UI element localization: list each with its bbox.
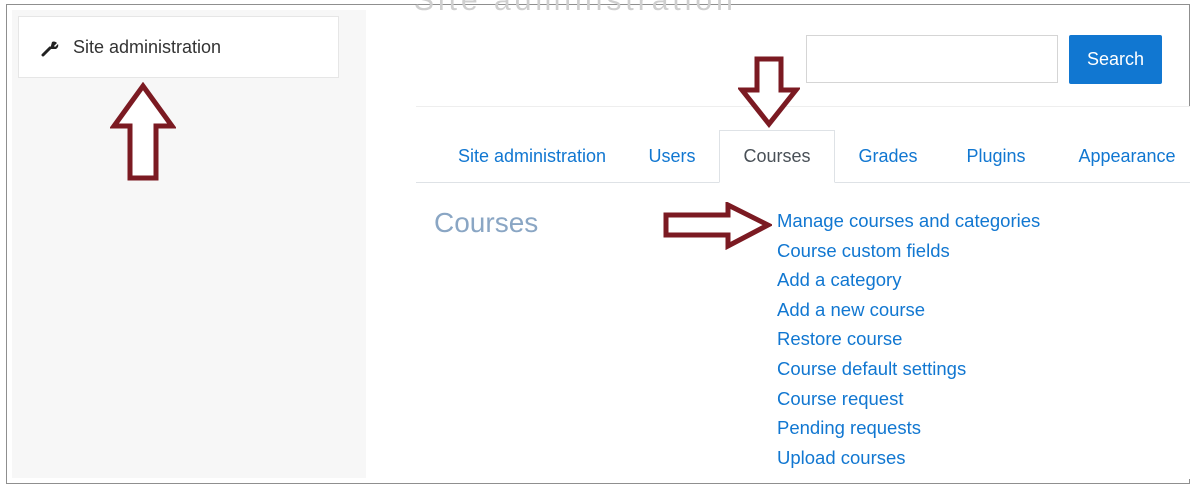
- section-title: Courses: [434, 207, 539, 238]
- admin-tabs: Site administration Users Courses Grades…: [416, 130, 1190, 183]
- wrench-icon: [41, 39, 59, 57]
- right-arrow-icon: [663, 202, 772, 250]
- tab-courses[interactable]: Courses: [719, 130, 835, 183]
- down-arrow-icon: [738, 56, 800, 128]
- link-add-a-new-course[interactable]: Add a new course: [777, 297, 1040, 327]
- tab-appearance[interactable]: Appearance: [1064, 130, 1190, 182]
- up-arrow-icon: [110, 82, 176, 181]
- sidebar-item-label: Site administration: [73, 37, 222, 57]
- course-links: Manage courses and categories Course cus…: [777, 208, 1040, 474]
- link-add-a-category[interactable]: Add a category: [777, 267, 1040, 297]
- page-heading: Site administration: [414, 0, 737, 17]
- sidebar-item-site-administration[interactable]: Site administration: [18, 16, 339, 78]
- link-course-request[interactable]: Course request: [777, 386, 1040, 416]
- tab-plugins[interactable]: Plugins: [950, 130, 1042, 182]
- link-pending-requests[interactable]: Pending requests: [777, 415, 1040, 445]
- link-upload-courses[interactable]: Upload courses: [777, 445, 1040, 475]
- search-input[interactable]: [806, 35, 1058, 83]
- link-restore-course[interactable]: Restore course: [777, 326, 1040, 356]
- tab-site-administration[interactable]: Site administration: [430, 130, 634, 182]
- search-button[interactable]: Search: [1069, 35, 1162, 84]
- link-course-default-settings[interactable]: Course default settings: [777, 356, 1040, 386]
- link-course-custom-fields[interactable]: Course custom fields: [777, 238, 1040, 268]
- left-drawer: [12, 10, 366, 478]
- link-manage-courses-and-categories[interactable]: Manage courses and categories: [777, 208, 1040, 238]
- tab-grades[interactable]: Grades: [844, 130, 932, 182]
- tab-users[interactable]: Users: [634, 130, 710, 182]
